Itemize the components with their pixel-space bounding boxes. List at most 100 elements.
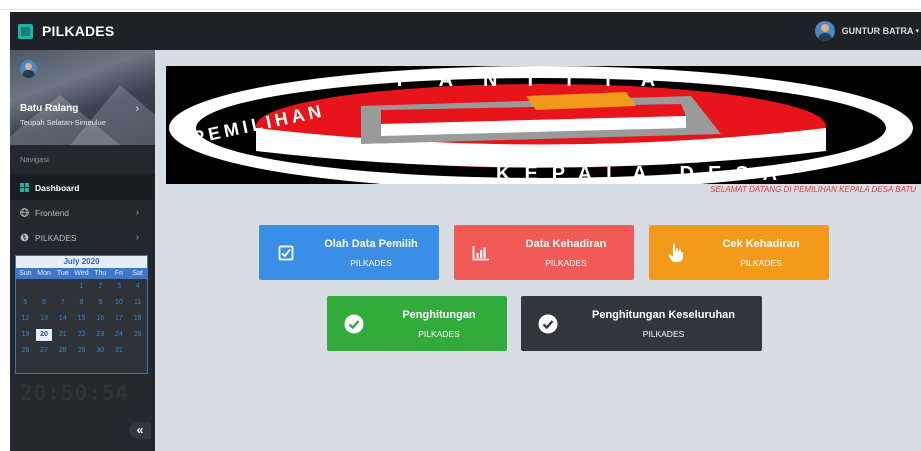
calendar-weekdays: Sun Mon Tue Wed Thu Fri Sat (16, 268, 147, 279)
panitia-logo: PANITIA PEMILIHAN KEPALA DESA (166, 66, 921, 184)
sidebar-item-frontend[interactable]: Frontend › (10, 200, 155, 225)
tile-cek-kehadiran[interactable]: Cek Kehadiran PILKADES (649, 225, 829, 280)
tile-subtitle: PILKADES (740, 257, 782, 268)
calendar-day[interactable]: 21 (53, 327, 72, 343)
calendar-day[interactable]: 6 (35, 295, 54, 311)
calendar-day (128, 343, 147, 359)
chevron-right-icon: › (135, 103, 139, 115)
welcome-marquee: SELAMAT DATANG DI PEMILIHAN KEPALA DESA … (710, 185, 916, 194)
brand-logo-icon (18, 23, 33, 39)
sidebar-item-pilkades[interactable]: PILKADES › (10, 225, 155, 250)
sidebar-item-dashboard[interactable]: Dashboard (10, 175, 155, 200)
tile-olah-data-pemilih[interactable]: Olah Data Pemilih PILKADES (259, 225, 439, 280)
calendar-weekday: Fri (114, 270, 123, 277)
calendar-weekday: Thu (94, 270, 107, 277)
caret-down-icon: ▾ (915, 28, 919, 35)
calendar-day[interactable]: 30 (91, 343, 110, 359)
top-strip (0, 0, 921, 10)
calendar-day[interactable]: 24 (110, 327, 129, 343)
tile-subtitle: PILKADES (418, 328, 460, 339)
calendar-weekday: Wed (74, 270, 89, 277)
tile-subtitle: PILKADES (350, 257, 392, 268)
calendar-day (35, 279, 54, 295)
calendar-day[interactable]: 28 (53, 343, 72, 359)
calendar-day[interactable]: 12 (16, 311, 35, 327)
check-circle-icon (531, 314, 565, 334)
sidebar-item-label: Frontend (35, 207, 70, 218)
calendar-day[interactable]: 11 (128, 295, 147, 311)
calendar-day[interactable]: 18 (128, 311, 147, 327)
calendar-day[interactable]: 2 (91, 279, 110, 295)
chevron-right-icon: › (135, 207, 139, 218)
user-menu[interactable]: GUNTUR BATRA ▾ (814, 12, 921, 50)
calendar-day[interactable]: 14 (53, 311, 72, 327)
profile-name: Batu Ralang (20, 103, 79, 114)
calendar-day[interactable]: 23 (91, 327, 110, 343)
calendar-month: July 2020 (16, 256, 147, 268)
calendar-day[interactable]: 4 (128, 279, 147, 295)
top-navbar: PILKADES GUNTUR BATRA ▾ (10, 12, 921, 50)
calendar-day (16, 279, 35, 295)
sidebar-item-label: Dashboard (35, 182, 80, 193)
calendar-day[interactable]: 22 (72, 327, 91, 343)
nav-header: Navigasi (10, 145, 155, 175)
tile-title: Data Kehadiran (525, 237, 607, 250)
globe-icon (19, 233, 29, 243)
calendar-day[interactable]: 31 (110, 343, 129, 359)
tile-subtitle: PILKADES (642, 328, 685, 339)
sidebar-item-label: PILKADES (35, 232, 77, 243)
calendar-weekday: Mon (37, 270, 51, 277)
tile-penghitungan-keseluruhan[interactable]: Penghitungan Keseluruhan PILKADES (521, 296, 762, 351)
tile-title: Penghitungan Keseluruhan (591, 308, 735, 321)
calendar-day[interactable]: 9 (91, 295, 110, 311)
chevron-right-icon: › (135, 232, 139, 243)
calendar-weekday: Sun (19, 270, 32, 277)
hand-pointer-icon (659, 243, 693, 263)
calendar-day[interactable]: 8 (72, 295, 91, 311)
main-content: PANITIA PEMILIHAN KEPALA DESA SELAMAT DA… (155, 50, 921, 451)
calendar-day[interactable]: 15 (72, 311, 91, 327)
tile-title: Cek Kehadiran (722, 237, 800, 250)
tile-subtitle: PILKADES (545, 257, 587, 268)
bar-chart-icon (464, 245, 498, 261)
calendar-weekday: Sat (132, 270, 143, 277)
calendar-weekday: Tue (56, 270, 69, 277)
calendar-day[interactable]: 26 (16, 343, 35, 359)
tile-title: Penghitungan (402, 308, 476, 321)
profile-location: Teupah Selatan-Simeulue (20, 118, 106, 127)
brand[interactable]: PILKADES (10, 12, 155, 50)
user-name: GUNTUR BATRA (841, 26, 914, 36)
calendar-day[interactable]: 19 (16, 327, 35, 343)
brand-title: PILKADES (42, 23, 115, 39)
grid-icon (19, 183, 29, 193)
calendar-day[interactable]: 17 (110, 311, 129, 327)
banner-arc-top: PANITIA (397, 69, 686, 91)
tile-data-kehadiran[interactable]: Data Kehadiran PILKADES (454, 225, 634, 280)
calendar-day[interactable]: 16 (91, 311, 110, 327)
checkbox-icon (269, 245, 303, 261)
sidebar-profile[interactable]: Batu Ralang Teupah Selatan-Simeulue › (10, 50, 155, 145)
calendar-day[interactable]: 29 (72, 343, 91, 359)
sidebar: Batu Ralang Teupah Selatan-Simeulue › Na… (10, 50, 155, 451)
calendar-day[interactable]: 27 (35, 343, 54, 359)
user-avatar (814, 21, 835, 41)
calendar-day (53, 279, 72, 295)
calendar-day[interactable]: 7 (53, 295, 72, 311)
calendar-day[interactable]: 13 (35, 311, 54, 327)
globe-icon (19, 208, 29, 218)
calendar-widget: July 2020 Sun Mon Tue Wed Thu Fri Sat 12345678… (15, 255, 148, 374)
calendar-day[interactable]: 10 (110, 295, 129, 311)
tile-penghitungan[interactable]: Penghitungan PILKADES (327, 296, 507, 351)
tile-title: Olah Data Pemilih (324, 237, 418, 250)
calendar-days: 1 2 3 4 5 6 7 8 9 10 11 12 13 14 15 16 17 18 19 20 21 22 23 24 2… (16, 279, 147, 359)
calendar-day[interactable]: 1 (72, 279, 91, 295)
pilkades-banner: PANITIA PEMILIHAN KEPALA DESA (166, 66, 921, 184)
check-circle-icon (337, 314, 371, 334)
calendar-day[interactable]: 3 (110, 279, 129, 295)
digital-clock: 20:50:54 (20, 381, 130, 405)
sidebar-collapse-button[interactable]: « (129, 422, 151, 439)
calendar-day[interactable]: 25 (128, 327, 147, 343)
profile-avatar (20, 60, 37, 78)
calendar-day[interactable]: 5 (16, 295, 35, 311)
calendar-day[interactable]: 20 (35, 329, 53, 341)
